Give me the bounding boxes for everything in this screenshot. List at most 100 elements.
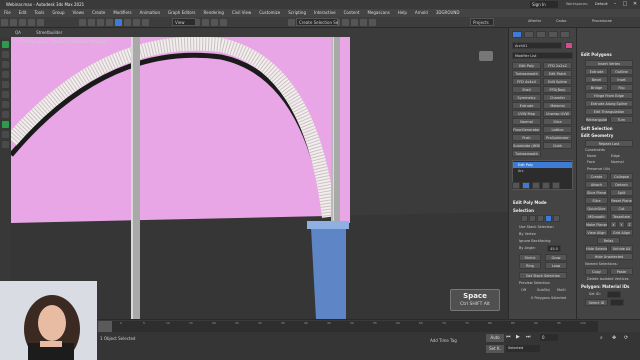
preserve-uvs-checkbox[interactable]: Preserve UVs xyxy=(587,167,610,171)
paste-button[interactable]: Paste xyxy=(610,268,633,275)
menu-rendering[interactable]: Rendering xyxy=(200,9,228,17)
menu-interactive[interactable]: Interactive xyxy=(310,9,340,17)
mod-normal-button[interactable]: Normal xyxy=(512,118,541,125)
display-icon[interactable] xyxy=(2,61,9,68)
mod-uvw-map-button[interactable]: UVW Map xyxy=(512,110,541,117)
menu-animation[interactable]: Animation xyxy=(136,9,164,17)
retriangulate-button[interactable]: Retriangulate xyxy=(585,116,608,123)
percent-snap-icon[interactable] xyxy=(211,19,219,26)
render-frame-icon[interactable] xyxy=(359,19,367,26)
bones-icon[interactable] xyxy=(2,131,9,138)
hierarchy-tab-icon[interactable] xyxy=(536,31,546,38)
window-crossing-icon[interactable] xyxy=(105,19,113,26)
hide-unselected-button[interactable]: Hide Unselected xyxy=(585,253,633,260)
unlink-icon[interactable] xyxy=(28,19,35,26)
remove-modifier-icon[interactable] xyxy=(542,182,550,189)
workspace-dropdown[interactable]: Default xyxy=(595,2,608,6)
ring-button[interactable]: Ring xyxy=(519,262,541,269)
edit-triangulation-button[interactable]: Edit Triangulation xyxy=(585,108,633,115)
menu-group[interactable]: Group xyxy=(48,9,68,17)
soft-selection-header[interactable]: Soft Selection xyxy=(581,126,613,131)
mod-turbosmooth-button[interactable]: Turbosmooth xyxy=(512,70,541,77)
object-color-swatch[interactable] xyxy=(565,42,573,49)
split-button[interactable]: Split xyxy=(610,189,633,196)
mod-subdivide-button[interactable]: Subdivide (WSM) xyxy=(512,142,541,149)
mod-cloth-button[interactable]: Cloth xyxy=(543,142,572,149)
grow-button[interactable]: Grow xyxy=(545,254,567,261)
mod-extrude-button[interactable]: Extrude xyxy=(512,102,541,109)
edge-mode-icon[interactable] xyxy=(529,215,536,222)
angle-spinner[interactable]: 45.0 xyxy=(547,245,561,252)
slice-plane-button[interactable]: Slice Plane xyxy=(585,189,608,196)
mod-ffd2-button[interactable]: FFD 2x2x2 xyxy=(543,62,572,69)
planar-y-button[interactable]: Y xyxy=(618,221,625,228)
material-editor-icon[interactable] xyxy=(341,19,349,26)
bridge-button[interactable]: Bridge xyxy=(585,84,608,91)
mod-chamfer-button[interactable]: Chamfer xyxy=(543,94,572,101)
mod-slice-button[interactable]: Slice xyxy=(543,118,572,125)
turn-button[interactable]: Turn xyxy=(610,116,633,123)
outline-button[interactable]: Outline xyxy=(610,68,633,75)
quickslice-button[interactable]: QuickSlice xyxy=(585,205,608,212)
ignore-backfacing-checkbox[interactable]: Ignore Backfacing xyxy=(519,239,550,243)
filter-icon[interactable] xyxy=(2,51,9,58)
edit-poly-mode-header[interactable]: Edit Poly Mode xyxy=(513,200,547,205)
redo-icon[interactable] xyxy=(10,19,17,26)
mod-ffd-box-button[interactable]: FFD(Box) xyxy=(543,86,572,93)
edit-polygons-header[interactable]: Edit Polygons xyxy=(581,52,612,57)
flip-button[interactable]: Flip xyxy=(610,84,633,91)
mod-unwrap-uvw-button[interactable]: Unwrap UVW xyxy=(543,110,572,117)
menu-modifiers[interactable]: Modifiers xyxy=(109,9,135,17)
use-stack-selection-checkbox[interactable]: Use Stack Selection xyxy=(519,225,554,229)
reset-plane-button[interactable]: Reset Plane xyxy=(610,197,633,204)
spinner-snap-icon[interactable] xyxy=(220,19,228,26)
planar-x-button[interactable]: X xyxy=(610,221,617,228)
set-id-spinner[interactable] xyxy=(607,291,621,298)
polygon-mode-icon[interactable] xyxy=(545,215,552,222)
undo-icon[interactable] xyxy=(1,19,8,26)
copy-button[interactable]: Copy xyxy=(585,268,608,275)
menu-civil-view[interactable]: Civil View xyxy=(228,9,255,17)
bevel-button[interactable]: Bevel xyxy=(585,76,608,83)
angle-snap-icon[interactable] xyxy=(202,19,210,26)
polygon-material-header[interactable]: Polygon: Material IDs xyxy=(581,284,629,289)
tessellate-button[interactable]: Tessellate xyxy=(610,213,633,220)
pin-stack-icon[interactable] xyxy=(512,182,520,189)
carbo-button[interactable]: Carbo xyxy=(556,19,566,23)
constraint-face-radio[interactable]: Face xyxy=(587,160,595,164)
collapse-button[interactable]: Collapse xyxy=(610,173,633,180)
frame-field[interactable]: 0 xyxy=(540,334,558,341)
scene-explorer-icon[interactable] xyxy=(2,41,9,48)
lights-icon[interactable] xyxy=(2,91,9,98)
close-button[interactable]: ✕ xyxy=(630,1,640,8)
menu-edit[interactable]: Edit xyxy=(15,9,31,17)
mod-push-button[interactable]: Push xyxy=(512,134,541,141)
render-setup-icon[interactable] xyxy=(350,19,358,26)
ribbon-tab-streetbuilder[interactable]: Streetbuilder xyxy=(33,28,65,37)
delete-isolated-checkbox[interactable]: Delete Isolated Vertices xyxy=(587,277,629,281)
set-key-button[interactable]: Set K. xyxy=(486,345,504,353)
auto-key-button[interactable]: Auto xyxy=(486,334,504,342)
menu-tools[interactable]: Tools xyxy=(30,9,48,17)
containers-icon[interactable] xyxy=(2,141,9,148)
select-icon[interactable] xyxy=(78,19,86,26)
link-icon[interactable] xyxy=(19,19,26,26)
project-dropdown[interactable]: Projects xyxy=(470,18,494,26)
shapes-icon[interactable] xyxy=(2,81,9,88)
rect-select-icon[interactable] xyxy=(96,19,104,26)
procedurae-button[interactable]: Procedurae xyxy=(592,19,612,23)
unhide-all-button[interactable]: Unhide All xyxy=(610,245,633,252)
constraint-normal-radio[interactable]: Normal xyxy=(611,160,624,164)
detach-button[interactable]: Detach xyxy=(610,181,633,188)
mod-edit-spline-button[interactable]: Edit Spline xyxy=(543,78,572,85)
select-id-spinner[interactable] xyxy=(610,299,624,306)
edit-geometry-header[interactable]: Edit Geometry xyxy=(581,133,613,138)
preview-subobj-radio[interactable]: SubObj xyxy=(537,288,550,292)
loop-button[interactable]: Loop xyxy=(545,262,567,269)
mod-prooptimizer-button[interactable]: ProOptimizer xyxy=(543,134,572,141)
menu-3dground[interactable]: 3DGROUND xyxy=(432,9,464,17)
menu-graph-editors[interactable]: Graph Editors xyxy=(164,9,199,17)
make-unique-icon[interactable] xyxy=(532,182,540,189)
element-mode-icon[interactable] xyxy=(553,215,560,222)
zoom-icon[interactable]: ⌕ xyxy=(600,335,603,341)
